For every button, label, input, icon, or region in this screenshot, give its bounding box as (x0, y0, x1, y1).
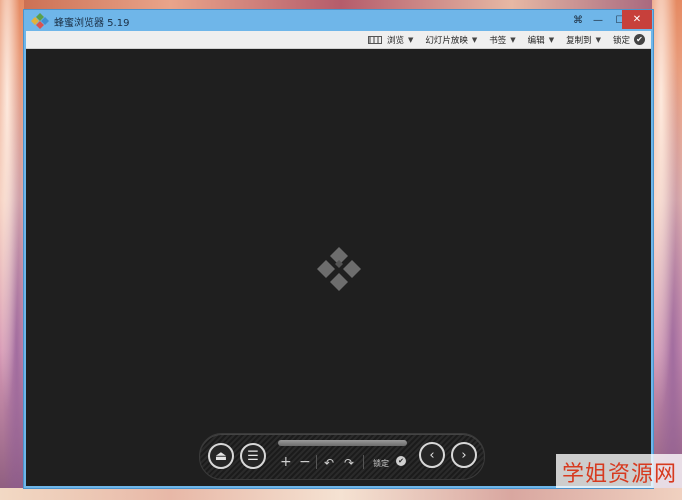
chevron-down-icon: ▼ (471, 35, 478, 44)
browse-menu[interactable]: 浏览 ▼ (362, 31, 419, 48)
title-bar[interactable]: 蜂蜜浏览器 5.19 ⌘ — ☐ ✕ (24, 10, 653, 32)
slideshow-menu[interactable]: 幻灯片放映 ▼ (419, 31, 483, 48)
hamburger-menu-icon: ☰ (247, 448, 259, 464)
placeholder-logo-icon (317, 247, 361, 291)
menu-button[interactable]: ☰ (240, 443, 266, 469)
chevron-right-icon: › (461, 447, 467, 463)
desktop-wallpaper-right (652, 0, 682, 500)
bookmarks-label: 书签 (489, 35, 507, 46)
progress-slider[interactable] (278, 440, 407, 446)
rotate-left-button[interactable]: ↶ (324, 456, 334, 470)
copy-to-label: 复制到 (566, 35, 592, 46)
eject-icon: ⏏ (214, 448, 228, 464)
app-logo-icon (31, 13, 49, 29)
minimize-icon: — (593, 14, 603, 26)
window-title: 蜂蜜浏览器 5.19 (54, 18, 130, 29)
lock-toggle[interactable]: 锁定 ✔ (607, 31, 651, 48)
check-icon: ✔ (396, 456, 406, 466)
next-button[interactable]: › (451, 442, 477, 468)
zoom-in-button[interactable]: + (280, 455, 292, 469)
slideshow-label: 幻灯片放映 (425, 35, 468, 46)
pin-icon: ⌘ (573, 14, 583, 26)
divider (316, 455, 317, 469)
watermark: 学姐资源网 (556, 454, 682, 488)
eject-button[interactable]: ⏏ (208, 443, 234, 469)
minimize-button[interactable]: — (587, 11, 609, 29)
chevron-down-icon: ▼ (510, 35, 516, 44)
previous-button[interactable]: ‹ (419, 442, 445, 468)
toolbar: 浏览 ▼ 幻灯片放映 ▼ 书签 ▼ 编辑 ▼ 复制到 ▼ 锁定 ✔ (26, 31, 651, 49)
chevron-down-icon: ▼ (595, 35, 601, 44)
filmstrip-icon (367, 35, 382, 44)
browse-label: 浏览 (386, 35, 404, 46)
copy-to-menu[interactable]: 复制到 ▼ (560, 31, 607, 48)
zoom-out-button[interactable]: − (299, 455, 311, 469)
lock-label: 锁定 (612, 35, 630, 46)
pin-button[interactable]: ⌘ (567, 11, 589, 29)
rotate-right-button[interactable]: ↷ (344, 456, 354, 470)
close-icon: ✕ (632, 14, 642, 25)
close-button[interactable]: ✕ (622, 10, 652, 29)
chevron-down-icon: ▼ (407, 35, 414, 44)
image-viewer[interactable]: ⏏ ☰ + − ↶ ↷ 锁定 ✔ ‹ › (26, 49, 651, 486)
bookmarks-menu[interactable]: 书签 ▼ (483, 31, 521, 48)
chevron-down-icon: ▼ (548, 35, 555, 44)
check-icon: ✔ (634, 34, 645, 45)
edit-menu[interactable]: 编辑 ▼ (522, 31, 560, 48)
playback-controls: ⏏ ☰ + − ↶ ↷ 锁定 ✔ ‹ › (199, 433, 485, 480)
edit-label: 编辑 (527, 35, 545, 46)
desktop-wallpaper-left (0, 0, 24, 500)
app-window: 蜂蜜浏览器 5.19 ⌘ — ☐ ✕ 浏览 ▼ 幻灯片放映 ▼ 书签 ▼ 编辑 (23, 9, 654, 489)
chevron-left-icon: ‹ (429, 447, 435, 463)
watermark-text: 学姐资源网 (562, 462, 678, 487)
lock-label[interactable]: 锁定 (373, 458, 389, 469)
divider (363, 455, 364, 469)
desktop-wallpaper-bottom (0, 488, 682, 500)
